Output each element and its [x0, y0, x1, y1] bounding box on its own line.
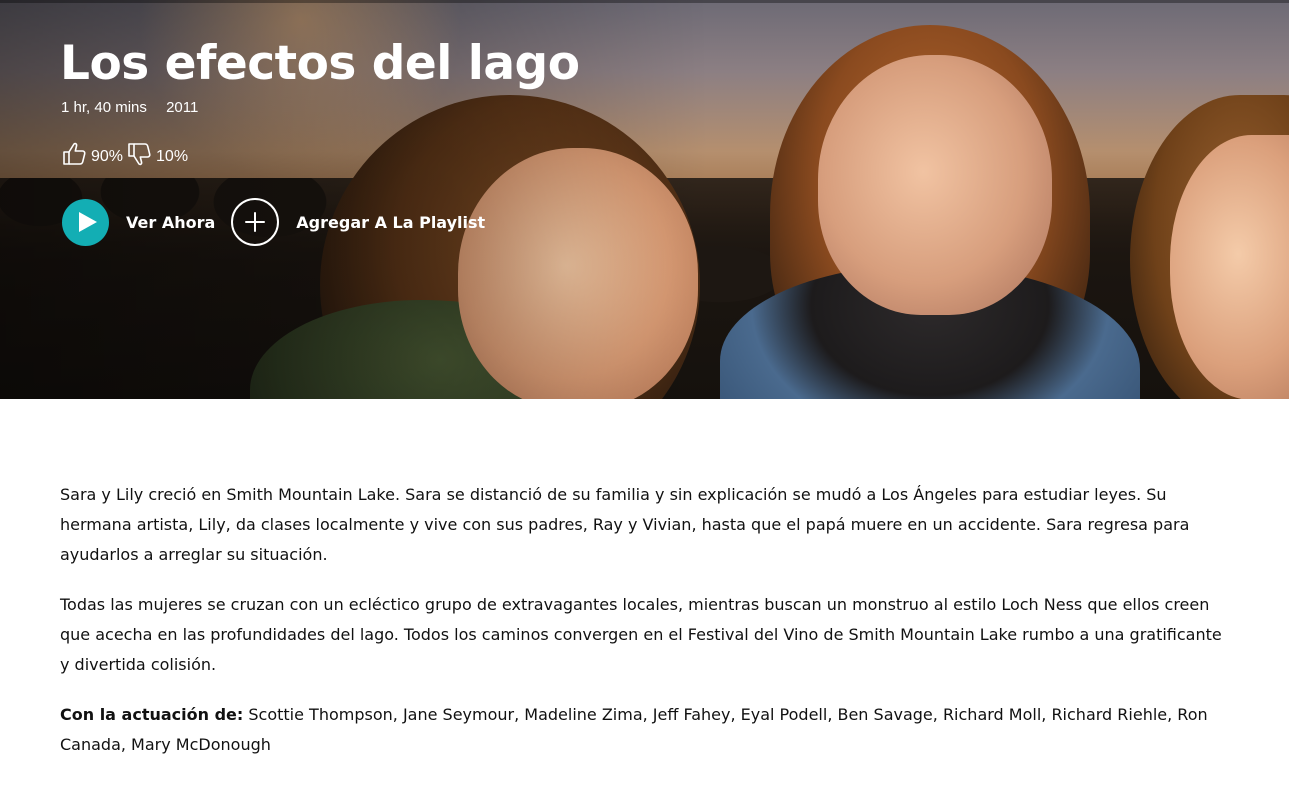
- synopsis-paragraph-1: Sara y Lily creció en Smith Mountain Lak…: [60, 485, 1190, 564]
- watch-now-label[interactable]: Ver Ahora: [126, 213, 215, 232]
- add-to-playlist-button[interactable]: [231, 198, 280, 246]
- watch-now-button[interactable]: [62, 198, 109, 246]
- cast-credits: Con la actuación de: Scottie Thompson, J…: [60, 700, 1235, 760]
- action-buttons: Ver Ahora Agregar A La Playlist: [62, 198, 485, 246]
- thumbs-up-percent: 90%: [91, 148, 124, 165]
- rating-row: 90% 10%: [62, 141, 192, 167]
- movie-meta: 1 hr, 40 mins 2011: [61, 99, 198, 117]
- cast-label: Con la actuación de:: [60, 705, 244, 724]
- movie-details: Sara y Lily creció en Smith Mountain Lak…: [60, 480, 1235, 780]
- thumbs-up-icon[interactable]: [62, 141, 88, 167]
- plus-icon: [245, 212, 266, 232]
- thumbs-down-percent: 10%: [156, 148, 189, 165]
- play-icon: [78, 212, 97, 232]
- movie-year: 2011: [166, 99, 199, 116]
- movie-title: Los efectos del lago: [60, 36, 580, 91]
- synopsis-paragraph-2: Todas las mujeres se cruzan con un ecléc…: [60, 595, 1222, 674]
- add-to-playlist-label[interactable]: Agregar A La Playlist: [296, 213, 485, 232]
- movie-duration: 1 hr, 40 mins: [61, 99, 147, 116]
- thumbs-down-icon[interactable]: [127, 141, 153, 167]
- hero-banner: Los efectos del lago 1 hr, 40 mins 2011 …: [0, 0, 1289, 399]
- top-border: [0, 0, 1289, 3]
